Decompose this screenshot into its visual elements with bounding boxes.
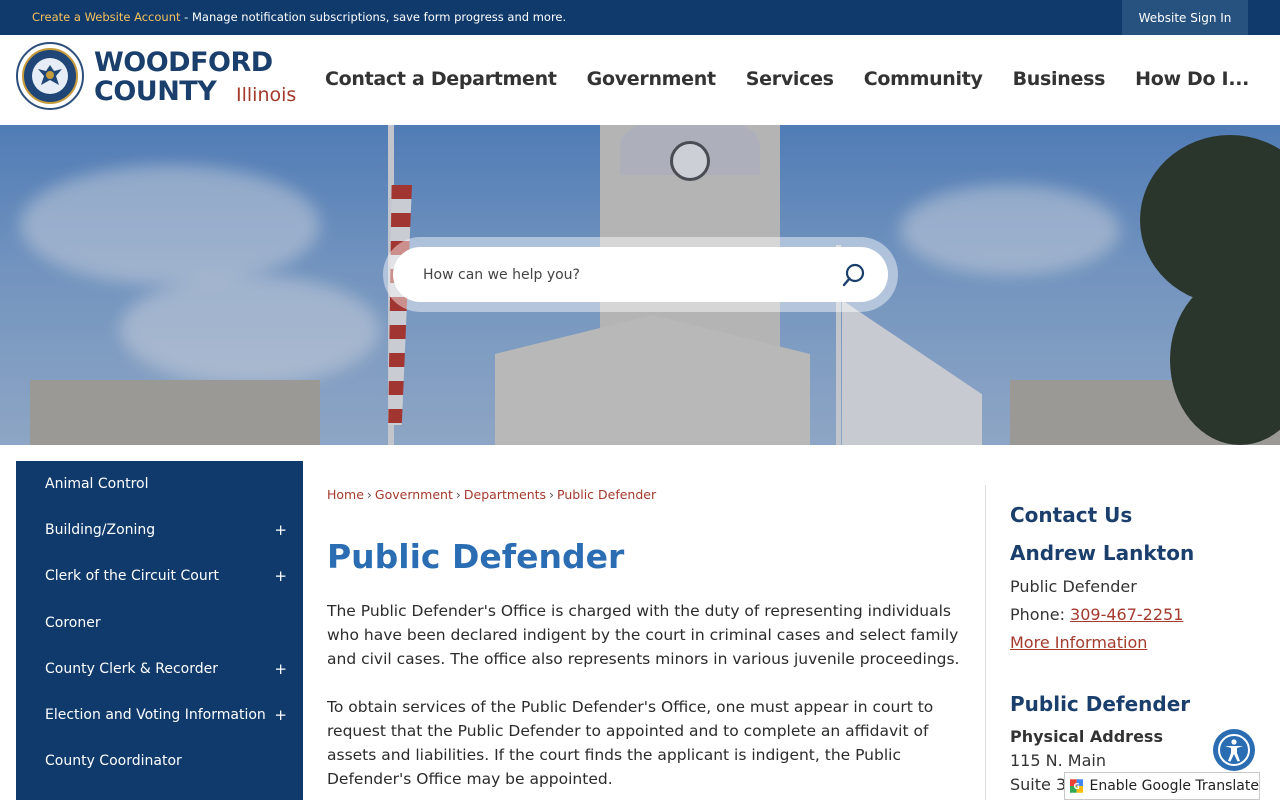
accessibility-icon	[1218, 734, 1250, 766]
address-label: Physical Address	[1010, 727, 1163, 746]
search-input[interactable]	[423, 247, 823, 302]
breadcrumb: Home › Government › Departments › Public Defen…	[327, 487, 656, 502]
sidebar-item-clerk-circuit-court[interactable]: Clerk of the Circuit Court +	[16, 553, 303, 599]
notification-bar: Create a Website Account - Manage notifi…	[0, 0, 1280, 35]
intro-paragraph: The Public Defender's Office is charged …	[327, 602, 960, 668]
expand-icon[interactable]: +	[274, 567, 287, 585]
sidebar-item-election-voting[interactable]: Election and Voting Information +	[16, 692, 303, 738]
create-account-link[interactable]: Create a Website Account	[32, 10, 181, 24]
nav-business[interactable]: Business	[1013, 68, 1106, 90]
nav-how-do-i[interactable]: How Do I...	[1135, 68, 1249, 90]
search-container	[383, 237, 898, 312]
page-title: Public Defender	[327, 537, 625, 576]
accessibility-button[interactable]	[1213, 729, 1255, 771]
breadcrumb-current[interactable]: Public Defender	[557, 487, 656, 502]
more-information-link[interactable]: More Information	[1010, 633, 1147, 652]
nav-services[interactable]: Services	[746, 68, 834, 90]
notification-message: Create a Website Account - Manage notifi…	[32, 10, 566, 24]
sidebar-item-label: Animal Control	[45, 476, 149, 493]
notification-text: - Manage notification subscriptions, sav…	[180, 10, 567, 24]
contact-phone-row: Phone: 309-467-2251	[1010, 605, 1183, 624]
column-divider	[985, 485, 986, 800]
contact-role: Public Defender	[1010, 577, 1137, 596]
search-box	[393, 247, 888, 302]
address-line-2: Suite 3	[1010, 775, 1067, 794]
sidebar-item-label: County Coordinator	[45, 753, 182, 770]
hero-banner	[0, 125, 1280, 445]
sidebar-item-label: Building/Zoning	[45, 522, 156, 539]
logo-text-woodford[interactable]: WOODFORD	[94, 49, 273, 76]
nav-community[interactable]: Community	[864, 68, 983, 90]
sidebar-item-label: Clerk of the Circuit Court	[45, 568, 219, 585]
expand-icon[interactable]: +	[274, 521, 287, 539]
services-paragraph: To obtain services of the Public Defende…	[327, 698, 934, 788]
sidebar-item-county-coordinator[interactable]: County Coordinator	[16, 738, 303, 784]
sidebar-nav: Animal Control Building/Zoning + Clerk o…	[16, 461, 303, 800]
phone-link[interactable]: 309-467-2251	[1070, 605, 1183, 624]
logo-text-county[interactable]: COUNTY	[94, 78, 217, 105]
contact-name: Andrew Lankton	[1010, 541, 1195, 565]
breadcrumb-home[interactable]: Home	[327, 487, 364, 502]
nav-government[interactable]: Government	[587, 68, 716, 90]
sidebar-item-label: Election and Voting Information	[45, 707, 266, 724]
search-icon	[842, 263, 864, 286]
translate-label: Enable Google Translate	[1089, 778, 1259, 794]
contact-heading: Contact Us	[1010, 503, 1133, 527]
address-line-1: 115 N. Main	[1010, 751, 1106, 770]
sidebar-item-county-clerk-recorder[interactable]: County Clerk & Recorder +	[16, 646, 303, 692]
logo-text-state: Illinois	[236, 84, 297, 106]
sidebar-item-building-zoning[interactable]: Building/Zoning +	[16, 507, 303, 553]
breadcrumb-separator: ›	[366, 487, 372, 502]
breadcrumb-government[interactable]: Government	[375, 487, 453, 502]
sidebar-item-label: Coroner	[45, 614, 101, 631]
sidebar-item-label: County Clerk & Recorder	[45, 660, 219, 677]
breadcrumb-separator: ›	[455, 487, 461, 502]
expand-icon[interactable]: +	[274, 660, 287, 678]
seal-ring	[22, 48, 78, 104]
nav-contact-department[interactable]: Contact a Department	[325, 68, 557, 90]
website-sign-in-button[interactable]: Website Sign In	[1122, 0, 1248, 35]
seal-eagle	[32, 58, 68, 94]
breadcrumb-separator: ›	[549, 487, 555, 502]
sidebar-item-coroner[interactable]: Coroner	[16, 600, 303, 646]
phone-label: Phone:	[1010, 605, 1071, 624]
search-button[interactable]	[829, 250, 878, 299]
site-header: WOODFORD COUNTY Illinois Contact a Depar…	[0, 35, 1280, 125]
more-info-row: More Information	[1010, 633, 1147, 652]
office-heading: Public Defender	[1010, 692, 1191, 716]
county-seal-icon[interactable]	[16, 42, 84, 110]
svg-text:G: G	[1074, 782, 1080, 791]
google-translate-button[interactable]: G Enable Google Translate	[1064, 772, 1260, 800]
google-translate-icon: G	[1070, 779, 1084, 793]
breadcrumb-departments[interactable]: Departments	[464, 487, 546, 502]
sidebar-item-animal-control[interactable]: Animal Control	[16, 461, 303, 507]
main-nav: Contact a Department Government Services…	[325, 68, 1279, 90]
expand-icon[interactable]: +	[274, 706, 287, 724]
